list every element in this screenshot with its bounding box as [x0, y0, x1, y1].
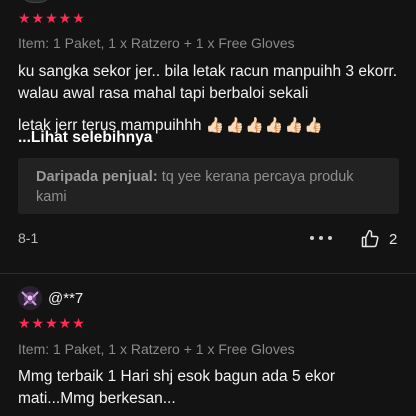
like-count: 2	[389, 230, 398, 248]
review-text: ku sangka sekor jer.. bila letak racun m…	[18, 61, 398, 137]
avatar[interactable]	[18, 286, 42, 310]
star-rating: ★★★★★	[18, 10, 86, 26]
like-button[interactable]: 2	[360, 227, 397, 251]
purchased-item: Item: 1 Paket, 1 x Ratzero + 1 x Free Gl…	[18, 35, 295, 51]
reviewer: @**7	[18, 286, 83, 310]
reviews-page: ★★★★★ Item: 1 Paket, 1 x Ratzero + 1 x F…	[0, 0, 416, 416]
thumbs-up-icon	[361, 229, 379, 248]
avatar[interactable]	[20, 0, 52, 3]
seller-reply: Daripada penjual: tq yee kerana percaya …	[18, 158, 399, 214]
thumbs-up-emoji: 👍🏻👍🏻👍🏻👍🏻👍🏻👍🏻	[205, 117, 324, 134]
review-meta: 8-1 2	[18, 227, 399, 251]
divider	[0, 273, 416, 274]
see-more-link[interactable]: ...Lihat selebihnya	[18, 127, 152, 149]
review-text: Mmg terbaik 1 Hari shj esok bagun ada 5 …	[18, 366, 398, 410]
username[interactable]: @**7	[48, 290, 83, 307]
review-text-paragraph: ku sangka sekor jer.. bila letak racun m…	[18, 63, 398, 102]
seller-reply-label: Daripada penjual:	[36, 169, 158, 185]
star-rating: ★★★★★	[18, 315, 86, 331]
review-date: 8-1	[18, 230, 39, 246]
review-text-paragraph: Mmg terbaik 1 Hari shj esok bagun ada 5 …	[18, 368, 336, 407]
more-icon[interactable]	[310, 227, 332, 249]
purchased-item: Item: 1 Paket, 1 x Ratzero + 1 x Free Gl…	[18, 341, 295, 357]
